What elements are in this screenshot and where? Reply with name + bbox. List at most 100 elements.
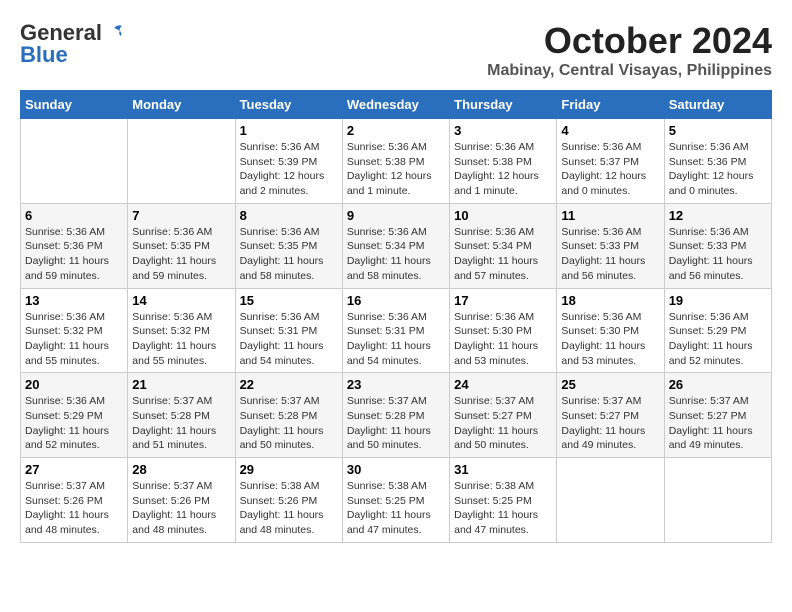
- calendar-day-cell: 19 Sunrise: 5:36 AMSunset: 5:29 PMDayligh…: [664, 288, 771, 373]
- calendar-week-row: 1 Sunrise: 5:36 AMSunset: 5:39 PMDaylight…: [21, 119, 772, 204]
- calendar-day-cell: 27 Sunrise: 5:37 AMSunset: 5:26 PMDayligh…: [21, 458, 128, 543]
- weekday-header: Sunday: [21, 91, 128, 119]
- calendar-day-cell: 23 Sunrise: 5:37 AMSunset: 5:28 PMDayligh…: [342, 373, 449, 458]
- calendar-day-cell: 16Sunrise: 5:36 AMSunset: 5:31 PMDayligh…: [342, 288, 449, 373]
- day-number: 17: [454, 293, 552, 308]
- calendar-day-cell: 3Sunrise: 5:36 AMSunset: 5:38 PMDaylight…: [450, 119, 557, 204]
- day-info: Sunrise: 5:36 AMSunset: 5:30 PMDaylight:…: [454, 310, 552, 369]
- calendar-day-cell: 24 Sunrise: 5:37 AMSunset: 5:27 PMDayligh…: [450, 373, 557, 458]
- calendar-day-cell: 6 Sunrise: 5:36 AMSunset: 5:36 PMDaylight…: [21, 203, 128, 288]
- day-number: 8: [240, 208, 338, 223]
- day-number: 19: [669, 293, 767, 308]
- day-info: Sunrise: 5:36 AMSunset: 5:32 PMDaylight:…: [25, 310, 123, 369]
- day-info: Sunrise: 5:36 AMSunset: 5:29 PMDaylight:…: [25, 394, 123, 453]
- day-number: 31: [454, 462, 552, 477]
- calendar-day-cell: 2Sunrise: 5:36 AMSunset: 5:38 PMDaylight…: [342, 119, 449, 204]
- day-number: 11: [561, 208, 659, 223]
- day-number: 20: [25, 377, 123, 392]
- day-info: Sunrise: 5:36 AMSunset: 5:36 PMDaylight:…: [25, 225, 123, 284]
- day-number: 14: [132, 293, 230, 308]
- day-number: 22: [240, 377, 338, 392]
- day-number: 1: [240, 123, 338, 138]
- day-number: 15: [240, 293, 338, 308]
- day-number: 27: [25, 462, 123, 477]
- calendar-day-cell: 25 Sunrise: 5:37 AMSunset: 5:27 PMDayligh…: [557, 373, 664, 458]
- day-info: Sunrise: 5:38 AMSunset: 5:25 PMDaylight:…: [454, 479, 552, 538]
- weekday-header: Tuesday: [235, 91, 342, 119]
- calendar-day-cell: 26Sunrise: 5:37 AMSunset: 5:27 PMDayligh…: [664, 373, 771, 458]
- day-number: 7: [132, 208, 230, 223]
- day-info: Sunrise: 5:37 AMSunset: 5:26 PMDaylight:…: [132, 479, 230, 538]
- calendar-day-cell: 11 Sunrise: 5:36 AMSunset: 5:33 PMDayligh…: [557, 203, 664, 288]
- calendar-day-cell: 4 Sunrise: 5:36 AMSunset: 5:37 PMDaylight…: [557, 119, 664, 204]
- day-info: Sunrise: 5:38 AMSunset: 5:25 PMDaylight:…: [347, 479, 445, 538]
- day-info: Sunrise: 5:37 AMSunset: 5:28 PMDaylight:…: [132, 394, 230, 453]
- day-number: 24: [454, 377, 552, 392]
- calendar-day-cell: 21Sunrise: 5:37 AMSunset: 5:28 PMDayligh…: [128, 373, 235, 458]
- title-area: October 2024 Mabinay, Central Visayas, P…: [487, 20, 772, 80]
- day-number: 12: [669, 208, 767, 223]
- calendar-day-cell: 18 Sunrise: 5:36 AMSunset: 5:30 PMDayligh…: [557, 288, 664, 373]
- day-number: 26: [669, 377, 767, 392]
- day-info: Sunrise: 5:36 AMSunset: 5:33 PMDaylight:…: [669, 225, 767, 284]
- day-number: 29: [240, 462, 338, 477]
- day-number: 4: [561, 123, 659, 138]
- empty-cell: [21, 119, 128, 204]
- weekday-header: Saturday: [664, 91, 771, 119]
- day-number: 25: [561, 377, 659, 392]
- day-info: Sunrise: 5:37 AMSunset: 5:26 PMDaylight:…: [25, 479, 123, 538]
- day-info: Sunrise: 5:36 AMSunset: 5:38 PMDaylight:…: [347, 140, 445, 199]
- day-number: 28: [132, 462, 230, 477]
- calendar-day-cell: 9 Sunrise: 5:36 AMSunset: 5:34 PMDaylight…: [342, 203, 449, 288]
- calendar-day-cell: 10 Sunrise: 5:36 AMSunset: 5:34 PMDayligh…: [450, 203, 557, 288]
- day-number: 10: [454, 208, 552, 223]
- calendar-day-cell: 14 Sunrise: 5:36 AMSunset: 5:32 PMDayligh…: [128, 288, 235, 373]
- calendar-week-row: 13 Sunrise: 5:36 AMSunset: 5:32 PMDayligh…: [21, 288, 772, 373]
- day-number: 13: [25, 293, 123, 308]
- calendar-day-cell: 15Sunrise: 5:36 AMSunset: 5:31 PMDayligh…: [235, 288, 342, 373]
- day-info: Sunrise: 5:36 AMSunset: 5:33 PMDaylight:…: [561, 225, 659, 284]
- day-number: 5: [669, 123, 767, 138]
- day-info: Sunrise: 5:37 AMSunset: 5:27 PMDaylight:…: [561, 394, 659, 453]
- calendar-day-cell: 17 Sunrise: 5:36 AMSunset: 5:30 PMDayligh…: [450, 288, 557, 373]
- day-info: Sunrise: 5:37 AMSunset: 5:28 PMDaylight:…: [347, 394, 445, 453]
- day-info: Sunrise: 5:36 AMSunset: 5:32 PMDaylight:…: [132, 310, 230, 369]
- day-number: 30: [347, 462, 445, 477]
- empty-cell: [128, 119, 235, 204]
- empty-cell: [664, 458, 771, 543]
- logo-blue: Blue: [20, 42, 68, 68]
- weekday-header: Thursday: [450, 91, 557, 119]
- day-info: Sunrise: 5:36 AMSunset: 5:39 PMDaylight:…: [240, 140, 338, 199]
- day-info: Sunrise: 5:36 AMSunset: 5:29 PMDaylight:…: [669, 310, 767, 369]
- calendar-day-cell: 29 Sunrise: 5:38 AMSunset: 5:26 PMDayligh…: [235, 458, 342, 543]
- calendar-day-cell: 5Sunrise: 5:36 AMSunset: 5:36 PMDaylight…: [664, 119, 771, 204]
- day-info: Sunrise: 5:36 AMSunset: 5:35 PMDaylight:…: [132, 225, 230, 284]
- calendar-day-cell: 1 Sunrise: 5:36 AMSunset: 5:39 PMDaylight…: [235, 119, 342, 204]
- logo: General Blue: [20, 20, 126, 68]
- location-title: Mabinay, Central Visayas, Philippines: [487, 62, 772, 80]
- day-info: Sunrise: 5:36 AMSunset: 5:34 PMDaylight:…: [347, 225, 445, 284]
- calendar-day-cell: 30 Sunrise: 5:38 AMSunset: 5:25 PMDayligh…: [342, 458, 449, 543]
- day-number: 6: [25, 208, 123, 223]
- day-number: 16: [347, 293, 445, 308]
- month-title: October 2024: [487, 20, 772, 62]
- day-info: Sunrise: 5:36 AMSunset: 5:37 PMDaylight:…: [561, 140, 659, 199]
- calendar-day-cell: 13 Sunrise: 5:36 AMSunset: 5:32 PMDayligh…: [21, 288, 128, 373]
- calendar-day-cell: 31 Sunrise: 5:38 AMSunset: 5:25 PMDayligh…: [450, 458, 557, 543]
- empty-cell: [557, 458, 664, 543]
- day-info: Sunrise: 5:36 AMSunset: 5:38 PMDaylight:…: [454, 140, 552, 199]
- calendar-day-cell: 22 Sunrise: 5:37 AMSunset: 5:28 PMDayligh…: [235, 373, 342, 458]
- day-number: 9: [347, 208, 445, 223]
- day-info: Sunrise: 5:36 AMSunset: 5:35 PMDaylight:…: [240, 225, 338, 284]
- header: General Blue October 2024 Mabinay, Centr…: [20, 20, 772, 80]
- day-info: Sunrise: 5:36 AMSunset: 5:30 PMDaylight:…: [561, 310, 659, 369]
- weekday-header: Monday: [128, 91, 235, 119]
- day-info: Sunrise: 5:37 AMSunset: 5:28 PMDaylight:…: [240, 394, 338, 453]
- day-number: 23: [347, 377, 445, 392]
- calendar-week-row: 20 Sunrise: 5:36 AMSunset: 5:29 PMDayligh…: [21, 373, 772, 458]
- day-info: Sunrise: 5:36 AMSunset: 5:34 PMDaylight:…: [454, 225, 552, 284]
- day-number: 18: [561, 293, 659, 308]
- day-info: Sunrise: 5:38 AMSunset: 5:26 PMDaylight:…: [240, 479, 338, 538]
- day-info: Sunrise: 5:37 AMSunset: 5:27 PMDaylight:…: [454, 394, 552, 453]
- weekday-header: Wednesday: [342, 91, 449, 119]
